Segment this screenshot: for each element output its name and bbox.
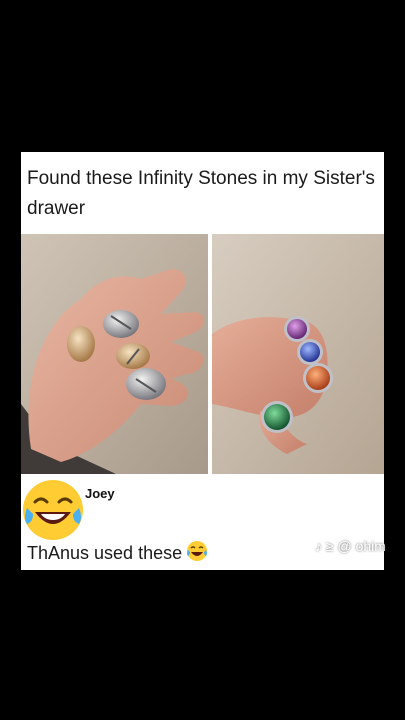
comment-text: ThAnus used these [27,543,183,563]
post-caption: Found these Infinity Stones in my Sister… [27,168,375,219]
tears-of-joy-emoji-icon [186,540,208,567]
meme-card: Found these Infinity Stones in my Sister… [21,152,384,570]
photo-grid [21,234,384,474]
comment-username[interactable]: Joey [85,486,115,501]
watermark: ♪ ≥ @ ohim [315,538,386,554]
photo-hand-with-rings [21,234,208,474]
comment: Joey ThAnus used these [21,474,384,570]
photo-fist-with-gems [212,234,384,474]
laughing-emoji-avatar-icon[interactable] [21,478,85,542]
comment-text-row: ThAnus used these [27,540,208,567]
